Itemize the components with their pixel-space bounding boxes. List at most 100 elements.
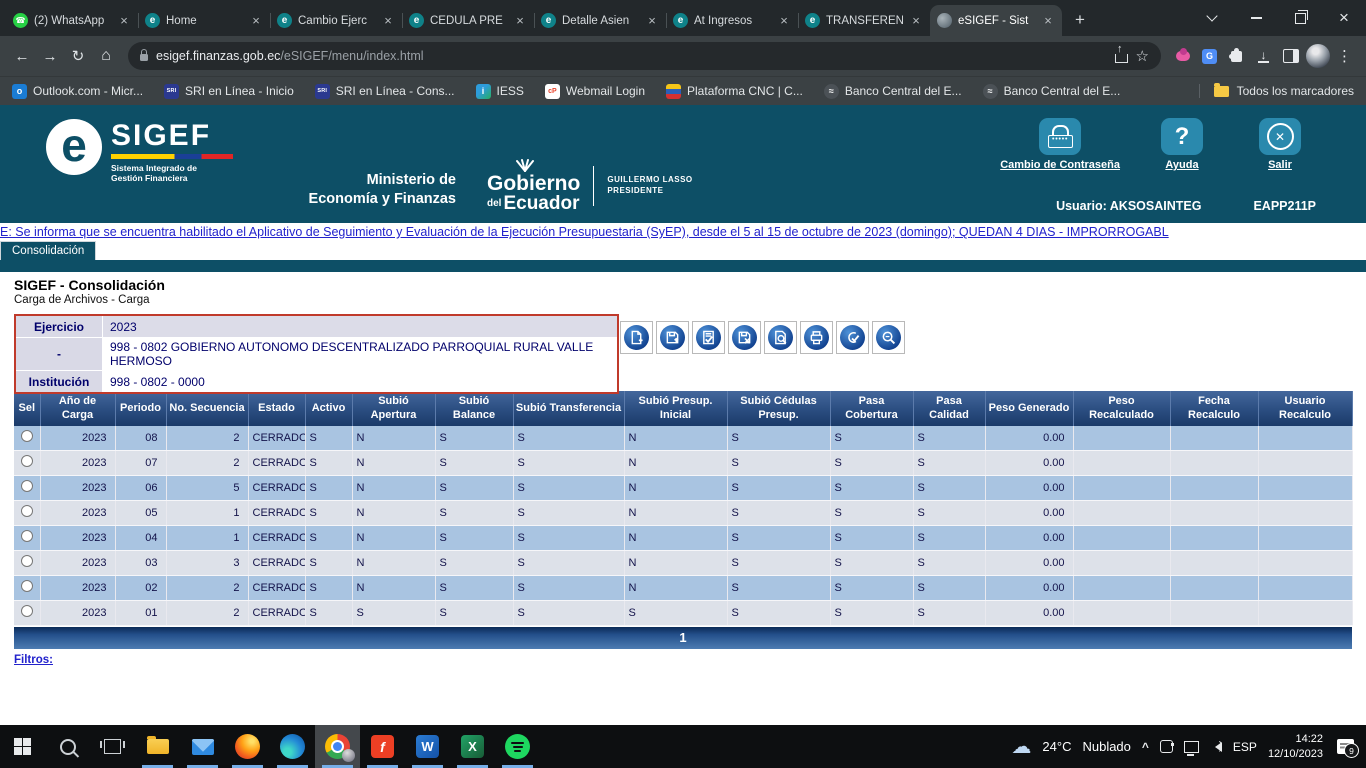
- app-firefox[interactable]: [225, 725, 270, 768]
- extensions-puzzle-icon[interactable]: [1223, 42, 1250, 70]
- browser-tab[interactable]: (2) WhatsApp: [6, 5, 138, 36]
- tab-close-icon[interactable]: [645, 14, 659, 28]
- bookmark-star-icon[interactable]: [1136, 47, 1149, 66]
- bookmark-item[interactable]: SRI en Línea - Cons...: [315, 84, 455, 99]
- language-indicator[interactable]: ESP: [1233, 740, 1257, 754]
- table-row[interactable]: 2023 06 5 CERRADO S N S S N S S S 0.00: [14, 475, 1352, 500]
- tab-close-icon[interactable]: [381, 14, 395, 28]
- bookmark-item[interactable]: Plataforma CNC | C...: [666, 84, 803, 99]
- bookmark-item[interactable]: SRI en Línea - Inicio: [164, 84, 294, 99]
- row-radio[interactable]: [21, 430, 33, 442]
- search-query-button[interactable]: [872, 321, 905, 354]
- bookmark-item[interactable]: Outlook.com - Micr...: [12, 84, 143, 99]
- row-radio[interactable]: [21, 530, 33, 542]
- column-header[interactable]: Activo: [305, 391, 352, 426]
- save-upload-button[interactable]: [656, 321, 689, 354]
- tab-close-icon[interactable]: [249, 14, 263, 28]
- tab-search-chevron-icon[interactable]: [1190, 0, 1234, 36]
- table-row[interactable]: 2023 08 2 CERRADO S N S S N S S S 0.00: [14, 426, 1352, 451]
- row-radio[interactable]: [21, 580, 33, 592]
- column-header[interactable]: Año de Carga: [40, 391, 115, 426]
- clock[interactable]: 14:22 12/10/2023: [1268, 732, 1323, 762]
- minimize-button[interactable]: [1234, 0, 1278, 36]
- share-icon[interactable]: [1115, 54, 1128, 63]
- tray-expand-icon[interactable]: ^: [1142, 740, 1149, 754]
- row-radio[interactable]: [21, 555, 33, 567]
- weather-icon[interactable]: [1011, 734, 1031, 759]
- table-row[interactable]: 2023 04 1 CERRADO S N S S N S S S 0.00: [14, 525, 1352, 550]
- column-header[interactable]: Fecha Recalculo: [1170, 391, 1258, 426]
- tab-close-icon[interactable]: [513, 14, 527, 28]
- change-password-button[interactable]: Cambio de Contraseña: [1000, 118, 1120, 172]
- table-row[interactable]: 2023 02 2 CERRADO S N S S N S S S 0.00: [14, 575, 1352, 600]
- weather-temp[interactable]: 24°C: [1042, 739, 1071, 754]
- app-word[interactable]: [405, 725, 450, 768]
- app-excel[interactable]: [450, 725, 495, 768]
- table-row[interactable]: 2023 05 1 CERRADO S N S S N S S S 0.00: [14, 500, 1352, 525]
- reload-button[interactable]: [64, 42, 92, 70]
- extension-pink-icon[interactable]: [1169, 42, 1196, 70]
- bookmark-item[interactable]: Banco Central del E...: [824, 84, 962, 99]
- weather-condition[interactable]: Nublado: [1082, 739, 1130, 754]
- column-header[interactable]: Subió Cédulas Presup.: [727, 391, 830, 426]
- browser-tab[interactable]: Home: [138, 5, 270, 36]
- new-tab-button[interactable]: [1066, 6, 1094, 34]
- column-header[interactable]: No. Secuencia: [166, 391, 248, 426]
- help-button[interactable]: Ayuda: [1146, 118, 1218, 172]
- page-number[interactable]: 1: [679, 630, 686, 645]
- task-view-button[interactable]: [90, 725, 135, 768]
- column-header[interactable]: Periodo: [115, 391, 166, 426]
- start-button[interactable]: [0, 725, 45, 768]
- search-button[interactable]: [45, 725, 90, 768]
- tab-consolidacion[interactable]: Consolidación: [0, 241, 96, 260]
- column-header[interactable]: Sel: [14, 391, 40, 426]
- column-header[interactable]: Usuario Recalculo: [1258, 391, 1352, 426]
- browser-tab[interactable]: At Ingresos: [666, 5, 798, 36]
- browser-tab[interactable]: TRANSFEREN: [798, 5, 930, 36]
- column-header[interactable]: Subió Apertura: [352, 391, 435, 426]
- column-header[interactable]: Pasa Cobertura: [830, 391, 913, 426]
- row-radio[interactable]: [21, 605, 33, 617]
- column-header[interactable]: Subió Presup. Inicial: [624, 391, 727, 426]
- notification-center-icon[interactable]: [1337, 739, 1354, 754]
- column-header[interactable]: Estado: [248, 391, 305, 426]
- table-row[interactable]: 2023 01 2 CERRADO S S S S S S S S 0.00: [14, 600, 1352, 625]
- exit-button[interactable]: Salir: [1244, 118, 1316, 172]
- bookmark-item[interactable]: IESS: [476, 84, 524, 99]
- tray-app-icon[interactable]: [1160, 740, 1173, 753]
- browser-tab[interactable]: Cambio Ejerc: [270, 5, 402, 36]
- column-header[interactable]: Peso Recalculado: [1073, 391, 1170, 426]
- app-foxit-pdf[interactable]: [360, 725, 405, 768]
- row-radio[interactable]: [21, 505, 33, 517]
- menu-icon[interactable]: [1331, 42, 1358, 70]
- tab-close-icon[interactable]: [1041, 14, 1055, 28]
- browser-tab[interactable]: Detalle Asien: [534, 5, 666, 36]
- delete-record-button[interactable]: [728, 321, 761, 354]
- table-row[interactable]: 2023 07 2 CERRADO S N S S N S S S 0.00: [14, 450, 1352, 475]
- column-header[interactable]: Subió Balance: [435, 391, 513, 426]
- filters-link[interactable]: Filtros:: [14, 654, 53, 666]
- back-button[interactable]: [8, 42, 36, 70]
- network-icon[interactable]: [1184, 741, 1199, 753]
- approve-button[interactable]: [836, 321, 869, 354]
- table-row[interactable]: 2023 03 3 CERRADO S N S S N S S S 0.00: [14, 550, 1352, 575]
- side-panel-icon[interactable]: [1277, 42, 1304, 70]
- validate-button[interactable]: [692, 321, 725, 354]
- tab-close-icon[interactable]: [117, 14, 131, 28]
- row-radio[interactable]: [21, 480, 33, 492]
- forward-button[interactable]: [36, 42, 64, 70]
- app-spotify[interactable]: [495, 725, 540, 768]
- close-window-button[interactable]: [1322, 0, 1366, 36]
- home-button[interactable]: [92, 42, 120, 70]
- browser-tab[interactable]: eSIGEF - Sist: [930, 5, 1062, 36]
- app-chrome[interactable]: [315, 725, 360, 768]
- bookmark-item[interactable]: Banco Central del E...: [983, 84, 1121, 99]
- bookmark-item[interactable]: Webmail Login: [545, 84, 645, 99]
- column-header[interactable]: Subió Transferencia: [513, 391, 624, 426]
- all-bookmarks-button[interactable]: Todos los marcadores: [1199, 84, 1354, 98]
- tab-close-icon[interactable]: [909, 14, 923, 28]
- row-radio[interactable]: [21, 455, 33, 467]
- tab-close-icon[interactable]: [777, 14, 791, 28]
- app-mail[interactable]: [180, 725, 225, 768]
- downloads-icon[interactable]: [1250, 42, 1277, 70]
